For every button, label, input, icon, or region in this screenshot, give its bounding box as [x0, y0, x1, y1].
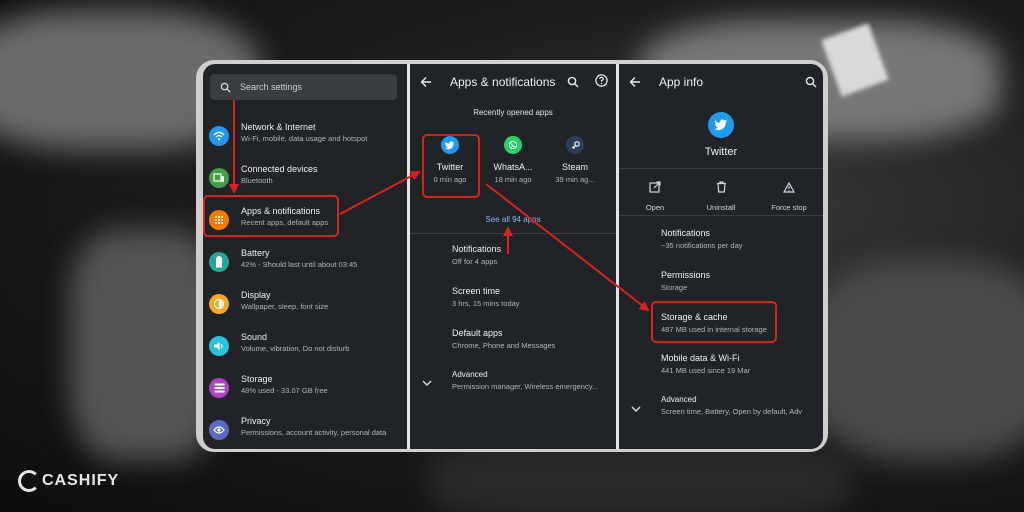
brand-name: CASHIFY — [42, 472, 120, 489]
cashify-logo-icon — [18, 470, 40, 492]
cashify-logo: CASHIFY — [18, 470, 119, 492]
annotation-arrows — [229, 100, 650, 312]
arrow-apps-to-twitter — [339, 171, 421, 215]
arrow-twitter-to-storage — [485, 183, 650, 312]
